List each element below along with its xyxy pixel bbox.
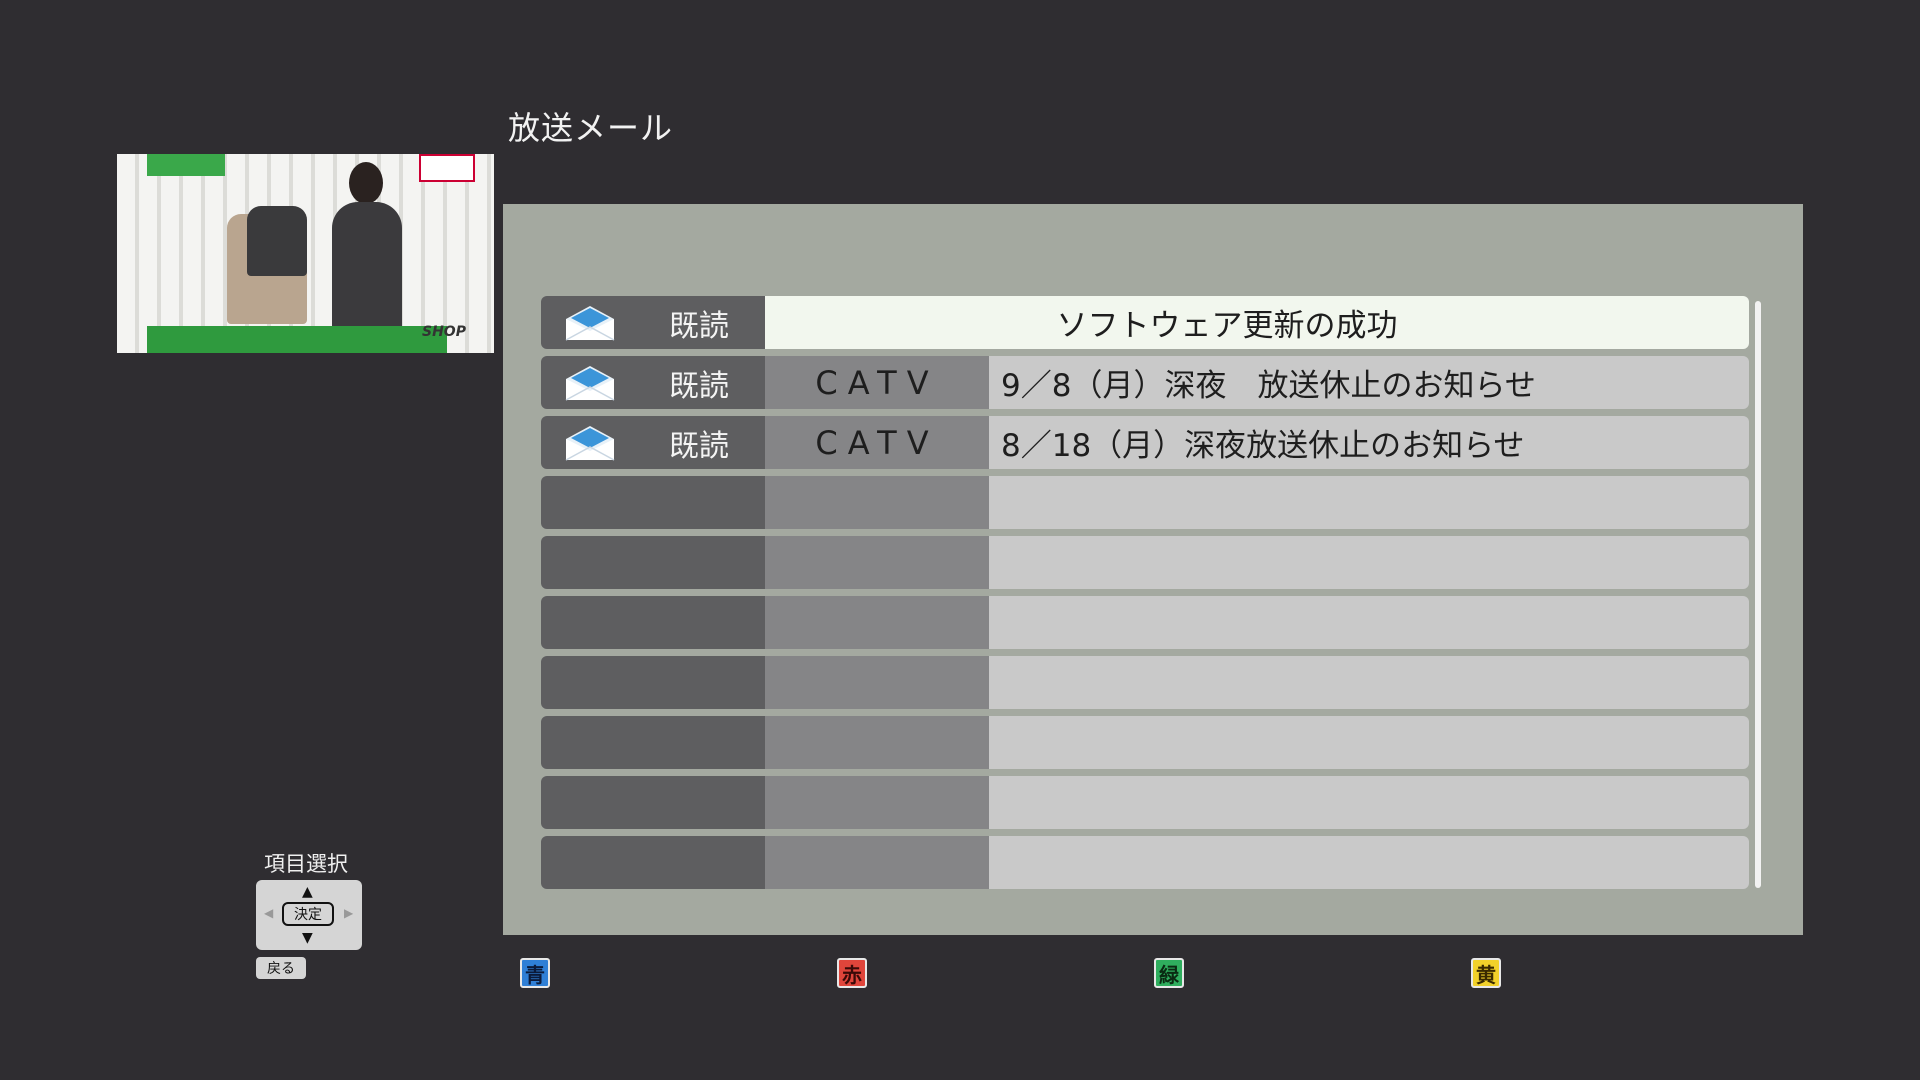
- page-title: 放送メール: [508, 109, 674, 147]
- mail-subject: 8／18（月）深夜放送休止のお知らせ: [989, 416, 1749, 469]
- status-cell: 既読: [541, 416, 765, 469]
- arrow-left-icon: ◀: [264, 906, 274, 920]
- mail-subject: 9／8（月）深夜 放送休止のお知らせ: [989, 356, 1749, 409]
- envelope-open-icon: [565, 306, 615, 341]
- mail-sender: CATV: [765, 356, 989, 409]
- blue-key-button[interactable]: 青: [520, 958, 550, 988]
- read-status: 既読: [669, 308, 729, 344]
- mail-row[interactable]: 既読 ソフトウェア更新の成功: [541, 296, 1749, 349]
- mail-panel: 既読 ソフトウェア更新の成功 既読 CATV 9／8（月）深夜 放送休止のお知ら…: [503, 204, 1803, 935]
- mail-row[interactable]: 既読 CATV 9／8（月）深夜 放送休止のお知らせ: [541, 356, 1749, 409]
- empty-mail-row: [541, 536, 1749, 589]
- mail-sender: CATV: [765, 416, 989, 469]
- arrow-right-icon: ▶: [344, 906, 354, 920]
- envelope-open-icon: [565, 426, 615, 461]
- empty-mail-row: [541, 476, 1749, 529]
- read-status: 既読: [669, 428, 729, 464]
- ok-key: 決定: [282, 902, 334, 926]
- mail-list: 既読 ソフトウェア更新の成功 既読 CATV 9／8（月）深夜 放送休止のお知ら…: [541, 296, 1749, 896]
- empty-mail-row: [541, 776, 1749, 829]
- remote-dpad-icon: ▲ ◀ 決定 ▶ ▼: [256, 880, 362, 950]
- preview-logo: SHOP: [422, 324, 466, 340]
- mail-subject: ソフトウェア更新の成功: [765, 296, 1749, 349]
- status-cell: 既読: [541, 296, 765, 349]
- tv-preview-window: SHOP: [117, 154, 494, 353]
- red-key-button[interactable]: 赤: [837, 958, 867, 988]
- preview-model-body: [332, 202, 402, 332]
- empty-mail-row: [541, 656, 1749, 709]
- preview-promo-badge: [419, 154, 475, 182]
- preview-garment-dark: [247, 206, 307, 276]
- scrollbar[interactable]: [1755, 301, 1761, 888]
- mail-row[interactable]: 既読 CATV 8／18（月）深夜放送休止のお知らせ: [541, 416, 1749, 469]
- green-key-button[interactable]: 緑: [1154, 958, 1184, 988]
- envelope-open-icon: [565, 366, 615, 401]
- empty-mail-row: [541, 596, 1749, 649]
- preview-price-bar: [147, 326, 447, 353]
- item-select-guide: 項目選択: [264, 852, 348, 876]
- status-cell: 既読: [541, 356, 765, 409]
- yellow-key-button[interactable]: 黄: [1471, 958, 1501, 988]
- empty-mail-row: [541, 836, 1749, 889]
- arrow-up-icon: ▲: [302, 884, 313, 900]
- arrow-down-icon: ▼: [302, 930, 313, 946]
- read-status: 既読: [669, 368, 729, 404]
- preview-model-head: [349, 162, 383, 204]
- preview-caption-bar: [147, 154, 225, 176]
- back-key[interactable]: 戻る: [256, 957, 306, 979]
- empty-mail-row: [541, 716, 1749, 769]
